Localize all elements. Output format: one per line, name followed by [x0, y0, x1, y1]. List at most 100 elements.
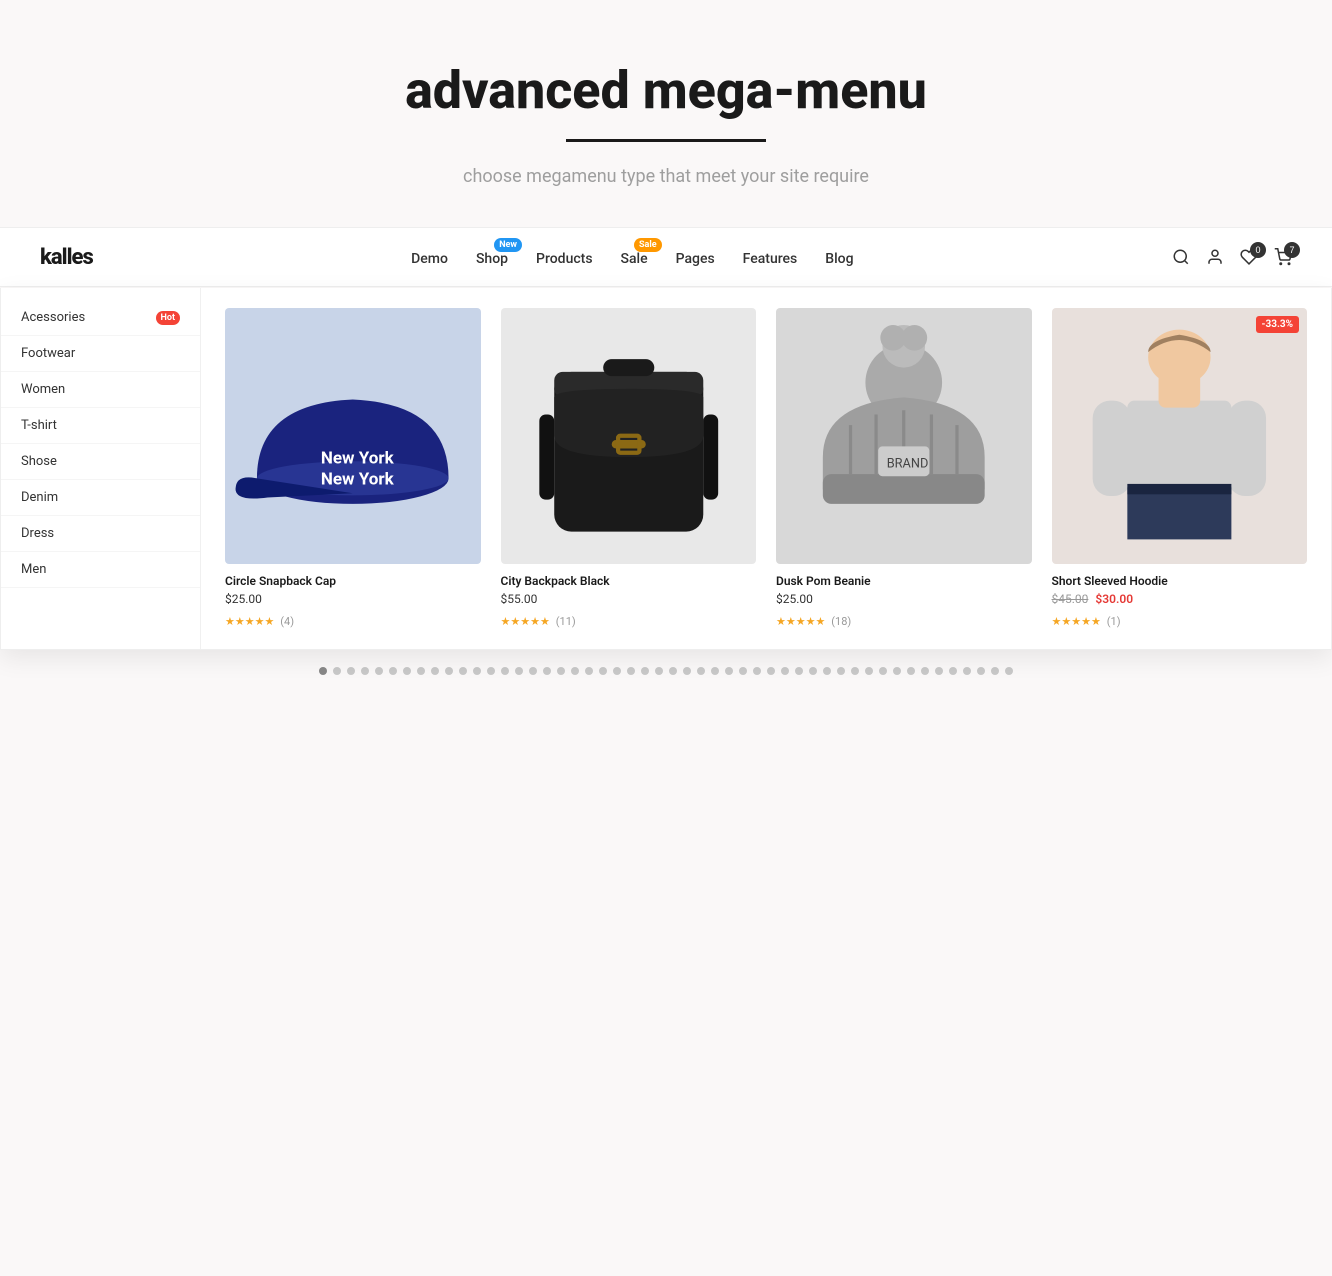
pagination-dot[interactable] [403, 667, 411, 675]
nav-link-pages[interactable]: Pages [676, 251, 715, 267]
nav-link-features[interactable]: Features [743, 251, 798, 267]
product-price-hoodie: $45.00 $30.00 [1052, 592, 1308, 606]
nav-item-blog[interactable]: Blog [825, 248, 853, 267]
pagination-dot[interactable] [487, 667, 495, 675]
cart-button[interactable]: 7 [1274, 248, 1292, 266]
nav-item-features[interactable]: Features [743, 248, 798, 267]
pagination-dot[interactable] [347, 667, 355, 675]
product-price-beanie: $25.00 [776, 592, 1032, 606]
nav-link-shop[interactable]: Shop [476, 251, 508, 267]
pagination-dot[interactable] [473, 667, 481, 675]
pagination-dot[interactable] [921, 667, 929, 675]
pagination-dot[interactable] [851, 667, 859, 675]
pagination-dot[interactable] [753, 667, 761, 675]
beanie-image: BRAND [776, 308, 1032, 564]
pagination-dot[interactable] [879, 667, 887, 675]
review-count-beanie: (18) [831, 615, 851, 628]
pagination-dot[interactable] [697, 667, 705, 675]
pagination-dot[interactable] [935, 667, 943, 675]
pagination-dot[interactable] [361, 667, 369, 675]
hero-title: advanced mega-menu [20, 60, 1312, 121]
navbar: kalles Demo Shop New Products Sale Sale … [0, 227, 1332, 287]
product-name-cap: Circle Snapback Cap [225, 574, 481, 588]
pagination-dot[interactable] [389, 667, 397, 675]
product-name-hoodie: Short Sleeved Hoodie [1052, 574, 1308, 588]
wishlist-button[interactable]: 0 [1240, 248, 1258, 266]
pagination-dot[interactable] [963, 667, 971, 675]
pagination-dot[interactable] [319, 667, 327, 675]
sidebar-item-women[interactable]: Women [1, 372, 200, 408]
pagination-dot[interactable] [375, 667, 383, 675]
pagination-dot[interactable] [515, 667, 523, 675]
nav-link-sale[interactable]: Sale [621, 251, 648, 267]
pagination-dot[interactable] [627, 667, 635, 675]
pagination-dot[interactable] [725, 667, 733, 675]
pagination-dot[interactable] [543, 667, 551, 675]
sidebar-item-footwear[interactable]: Footwear [1, 336, 200, 372]
pagination-dot[interactable] [949, 667, 957, 675]
product-card-beanie[interactable]: BRAND Dusk Pom Beanie $25.00 ★★★★★ (18) [776, 308, 1032, 629]
pagination-dot[interactable] [739, 667, 747, 675]
product-card-hoodie[interactable]: -33.3% [1052, 308, 1308, 629]
sidebar-item-shoes[interactable]: Shose [1, 444, 200, 480]
pagination-dot[interactable] [781, 667, 789, 675]
pagination-dot[interactable] [641, 667, 649, 675]
pagination-dot[interactable] [711, 667, 719, 675]
sidebar-label-footwear: Footwear [21, 346, 75, 361]
site-logo[interactable]: kalles [40, 245, 93, 270]
pagination-dot[interactable] [431, 667, 439, 675]
product-card-backpack[interactable]: City Backpack Black $55.00 ★★★★★ (11) [501, 308, 757, 629]
svg-text:New York: New York [321, 448, 395, 468]
pagination-dot[interactable] [599, 667, 607, 675]
pagination-dot[interactable] [571, 667, 579, 675]
mega-menu-products: New York New York Circle Snapback Cap $2… [201, 288, 1331, 649]
pagination-dot[interactable] [795, 667, 803, 675]
nav-item-pages[interactable]: Pages [676, 248, 715, 267]
pagination-dot[interactable] [459, 667, 467, 675]
nav-item-demo[interactable]: Demo [411, 248, 448, 267]
sidebar-item-accessories[interactable]: Acessories Hot [1, 300, 200, 336]
product-rating-hoodie: ★★★★★ (1) [1052, 610, 1308, 629]
pagination-dot[interactable] [613, 667, 621, 675]
pagination-dot[interactable] [977, 667, 985, 675]
pagination-dot[interactable] [809, 667, 817, 675]
pagination-dot[interactable] [445, 667, 453, 675]
pagination-dot[interactable] [417, 667, 425, 675]
pagination-dot[interactable] [683, 667, 691, 675]
review-count-backpack: (11) [556, 615, 576, 628]
pagination-dot[interactable] [669, 667, 677, 675]
pagination-dot[interactable] [501, 667, 509, 675]
product-name-beanie: Dusk Pom Beanie [776, 574, 1032, 588]
sidebar-label-dress: Dress [21, 526, 54, 541]
search-button[interactable] [1172, 248, 1190, 266]
stars-hoodie: ★★★★★ [1052, 615, 1101, 628]
sidebar-item-men[interactable]: Men [1, 552, 200, 588]
sidebar-item-denim[interactable]: Denim [1, 480, 200, 516]
sidebar-label-shoes: Shose [21, 454, 57, 469]
pagination-dot[interactable] [585, 667, 593, 675]
pagination-dot[interactable] [655, 667, 663, 675]
sidebar-label-tshirt: T-shirt [21, 418, 57, 433]
pagination-dot[interactable] [907, 667, 915, 675]
pagination-dot[interactable] [333, 667, 341, 675]
pagination-dot[interactable] [991, 667, 999, 675]
pagination-dot[interactable] [823, 667, 831, 675]
nav-item-sale[interactable]: Sale Sale [621, 248, 648, 267]
nav-item-products[interactable]: Products [536, 248, 593, 267]
sidebar-item-dress[interactable]: Dress [1, 516, 200, 552]
pagination-dot[interactable] [1005, 667, 1013, 675]
old-price-hoodie: $45.00 [1052, 592, 1089, 606]
nav-link-blog[interactable]: Blog [825, 251, 853, 267]
user-button[interactable] [1206, 248, 1224, 266]
sidebar-item-tshirt[interactable]: T-shirt [1, 408, 200, 444]
pagination-dot[interactable] [837, 667, 845, 675]
product-card-cap[interactable]: New York New York Circle Snapback Cap $2… [225, 308, 481, 629]
pagination-dot[interactable] [767, 667, 775, 675]
nav-link-products[interactable]: Products [536, 251, 593, 267]
pagination-dot[interactable] [529, 667, 537, 675]
pagination-dot[interactable] [893, 667, 901, 675]
nav-item-shop[interactable]: Shop New [476, 248, 508, 267]
pagination-dot[interactable] [557, 667, 565, 675]
nav-link-demo[interactable]: Demo [411, 251, 448, 267]
pagination-dot[interactable] [865, 667, 873, 675]
